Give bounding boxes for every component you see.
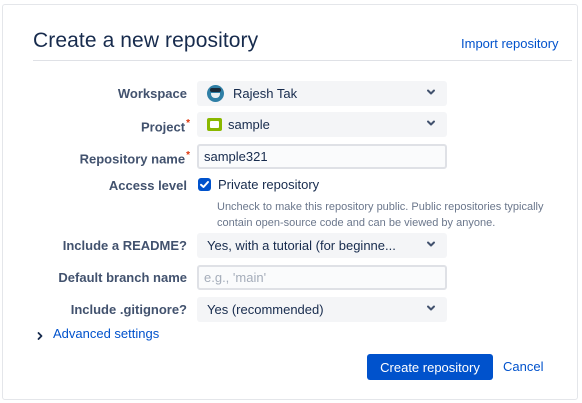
repository-name-input[interactable] <box>197 144 447 169</box>
gitignore-value: Yes (recommended) <box>207 302 324 317</box>
access-level-label: Access level <box>108 178 187 193</box>
header-divider <box>33 60 572 61</box>
cancel-button[interactable]: Cancel <box>503 359 543 374</box>
create-repository-button[interactable]: Create repository <box>367 354 493 380</box>
workspace-value: Rajesh Tak <box>233 86 298 101</box>
project-value: sample <box>228 117 270 132</box>
readme-value: Yes, with a tutorial (for beginne... <box>207 238 396 253</box>
default-branch-label: Default branch name <box>58 270 187 285</box>
gitignore-label: Include .gitignore? <box>70 302 187 317</box>
private-repository-checkbox[interactable] <box>198 178 211 191</box>
chevron-right-icon <box>35 329 45 340</box>
page-title: Create a new repository <box>33 29 259 52</box>
chevron-down-icon <box>425 238 437 250</box>
access-level-helper-text: Uncheck to make this repository public. … <box>217 201 544 229</box>
required-marker: * <box>186 118 190 129</box>
default-branch-input[interactable] <box>197 265 447 290</box>
workspace-label: Workspace <box>117 86 187 101</box>
advanced-settings-label: Advanced settings <box>53 326 160 341</box>
private-repository-label[interactable]: Private repository <box>218 177 319 192</box>
workspace-select[interactable]: Rajesh Tak <box>197 81 447 106</box>
gitignore-select[interactable]: Yes (recommended) <box>197 297 447 322</box>
chevron-down-icon <box>425 86 437 98</box>
project-icon <box>207 118 222 131</box>
readme-select[interactable]: Yes, with a tutorial (for beginne... <box>197 233 447 258</box>
chevron-down-icon <box>425 117 437 129</box>
repository-name-label: Repository name* <box>79 150 190 167</box>
readme-label: Include a README? <box>62 238 187 253</box>
chevron-down-icon <box>425 302 437 314</box>
project-select[interactable]: sample <box>197 112 447 137</box>
required-marker: * <box>186 150 190 161</box>
advanced-settings-toggle[interactable]: Advanced settings <box>35 326 159 341</box>
user-avatar-icon <box>207 85 224 102</box>
project-label: Project* <box>141 118 190 135</box>
import-repository-link[interactable]: Import repository <box>461 36 559 51</box>
